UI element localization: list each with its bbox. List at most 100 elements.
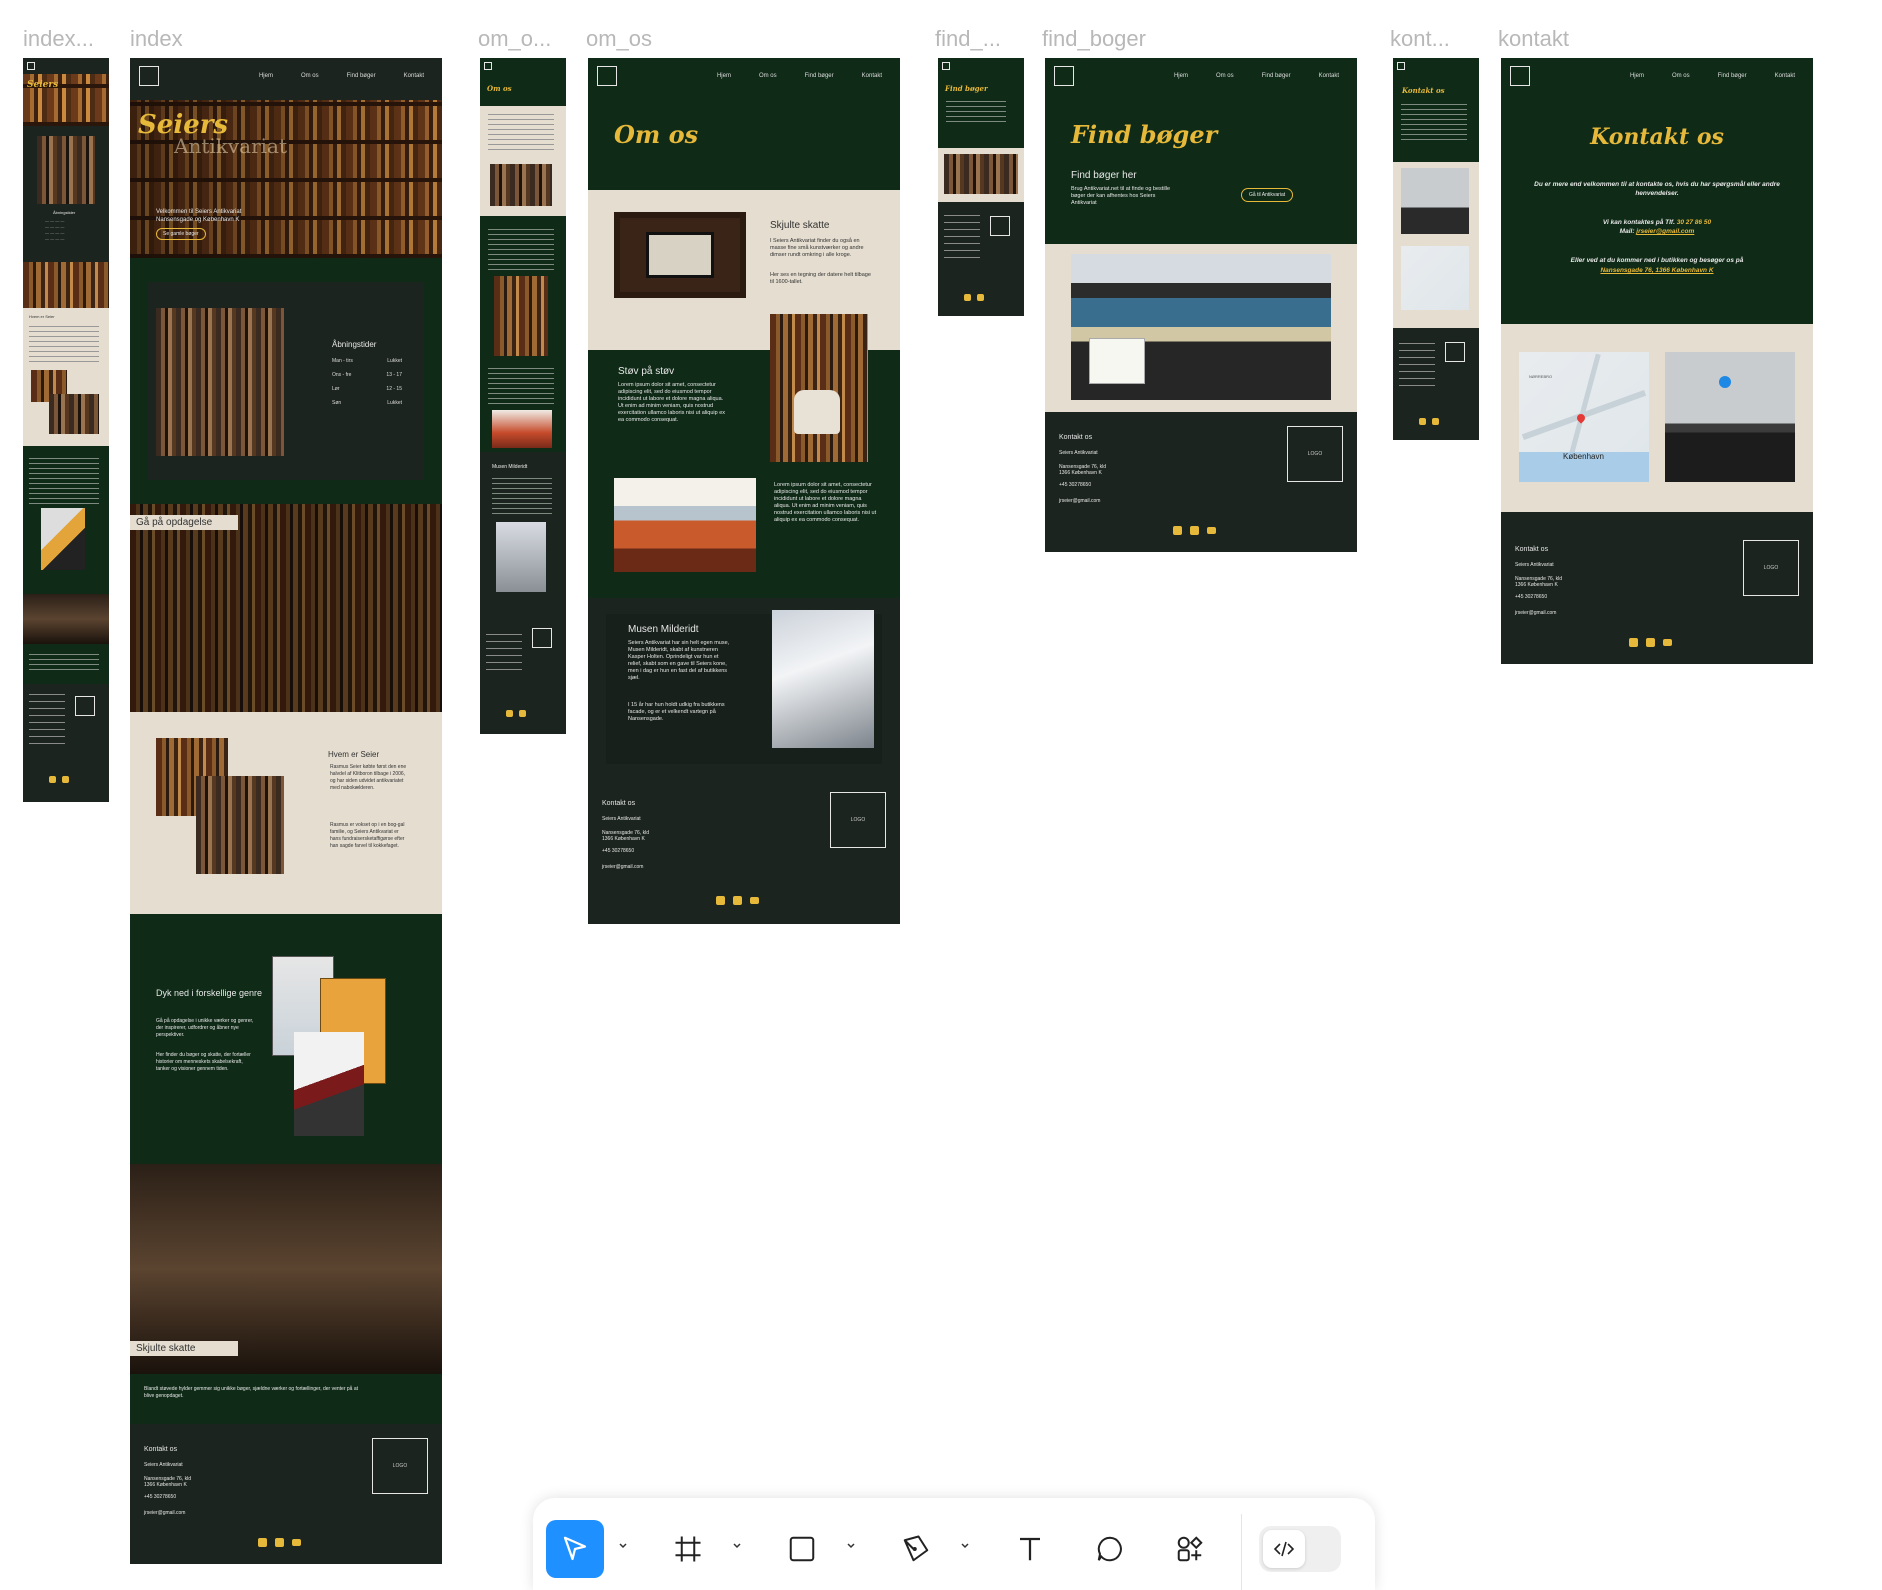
frame-index-mobile[interactable]: Seiers Åbningstider — — — — — — — — — — — … [23, 58, 109, 802]
nav-om-os[interactable]: Om os [759, 73, 777, 79]
chevron-down-icon[interactable] [617, 1540, 629, 1552]
actions-tool-button[interactable] [1161, 1520, 1219, 1578]
footer-logo[interactable] [532, 628, 552, 648]
chevron-down-icon[interactable] [959, 1540, 971, 1552]
frame-om-os-mobile[interactable]: Om os Musen Milderidt [480, 58, 566, 734]
frame-label-find-boger[interactable]: find_boger [1042, 26, 1146, 52]
logo-placeholder[interactable] [1054, 66, 1074, 86]
mail-icon[interactable] [1207, 527, 1216, 534]
frame-label-index[interactable]: index [130, 26, 183, 52]
hidden-tag[interactable]: Skjulte skatte [130, 1341, 238, 1356]
code-icon [1273, 1541, 1295, 1557]
facebook-icon[interactable] [1646, 638, 1655, 647]
frame-kontakt[interactable]: Hjem Om os Find bøger Kontakt Kontakt os… [1501, 58, 1813, 664]
chevron-down-icon[interactable] [845, 1540, 857, 1552]
dev-mode-toggle[interactable] [1259, 1526, 1341, 1572]
logo-placeholder[interactable] [597, 66, 617, 86]
nav-hjem[interactable]: Hjem [1630, 73, 1644, 79]
mail-icon[interactable] [750, 897, 759, 904]
pen-tool-button[interactable] [887, 1520, 945, 1578]
logo-placeholder[interactable] [139, 66, 159, 86]
comment-tool-button[interactable] [1081, 1520, 1139, 1578]
facebook-icon[interactable] [977, 294, 984, 301]
kontakt-address-link[interactable]: Nansensgade 76, 1366 København K [1531, 266, 1783, 275]
nav-find-boger[interactable]: Find bøger [805, 73, 834, 79]
footer-logo[interactable] [1445, 342, 1465, 362]
instagram-icon[interactable] [49, 776, 56, 783]
footer-logo[interactable]: LOGO [1287, 426, 1343, 482]
footer-logo[interactable] [75, 696, 95, 716]
facebook-icon[interactable] [275, 1538, 284, 1547]
nav-om-os[interactable]: Om os [1672, 73, 1690, 79]
nav-hjem[interactable]: Hjem [717, 73, 731, 79]
frame-label-kontakt-mobile[interactable]: kont... [1390, 26, 1450, 52]
nav-kontakt[interactable]: Kontakt [1775, 73, 1795, 79]
mail-icon[interactable] [1663, 639, 1672, 646]
footer [480, 618, 566, 734]
mail-icon[interactable] [292, 1539, 301, 1546]
logo-placeholder[interactable] [27, 62, 35, 70]
footer-logo[interactable]: LOGO [1743, 540, 1799, 596]
instagram-icon[interactable] [1419, 418, 1426, 425]
dev-mode-knob[interactable] [1263, 1530, 1305, 1568]
logo-placeholder[interactable] [942, 62, 950, 70]
nav-om-os[interactable]: Om os [301, 73, 319, 79]
nav-kontakt[interactable]: Kontakt [862, 73, 882, 79]
instagram-icon[interactable] [258, 1538, 267, 1547]
chevron-down-icon[interactable] [731, 1540, 743, 1552]
instagram-icon[interactable] [1173, 526, 1182, 535]
mail-link[interactable]: jrseier@gmail.com [1636, 228, 1694, 235]
footer-email[interactable]: jrseier@gmail.com [602, 864, 643, 870]
phone-link[interactable]: 30 27 86 50 [1677, 219, 1711, 226]
nav-find-boger[interactable]: Find bøger [1262, 73, 1291, 79]
footer-logo[interactable] [990, 216, 1010, 236]
frame-kontakt-mobile[interactable]: Kontakt os [1393, 58, 1479, 440]
facebook-icon[interactable] [62, 776, 69, 783]
map-thumbnail[interactable] [1401, 246, 1469, 310]
frame-find-mobile[interactable]: Find bøger [938, 58, 1024, 316]
footer-email[interactable]: jrseier@gmail.com [144, 1510, 185, 1516]
footer-logo[interactable]: LOGO [372, 1438, 428, 1494]
nav-find-boger[interactable]: Find bøger [347, 73, 376, 79]
facebook-icon[interactable] [1190, 526, 1199, 535]
nav-kontakt[interactable]: Kontakt [1319, 73, 1339, 79]
antikvariat-button[interactable]: Gå til Antikvariat [1241, 188, 1294, 202]
instagram-icon[interactable] [716, 896, 725, 905]
footer-email[interactable]: jrseier@gmail.com [1515, 610, 1556, 616]
frame-label-om-os[interactable]: om_os [586, 26, 652, 52]
facebook-icon[interactable] [1432, 418, 1439, 425]
footer-logo[interactable]: LOGO [830, 792, 886, 848]
logo-placeholder[interactable] [484, 62, 492, 70]
instagram-icon[interactable] [964, 294, 971, 301]
map[interactable]: København NØRREBRO [1519, 352, 1649, 482]
nav-kontakt[interactable]: Kontakt [404, 73, 424, 79]
design-canvas[interactable]: index... index om_o... om_os find_... fi… [0, 0, 1882, 1590]
footer-title: Kontakt os [602, 800, 636, 807]
move-tool-button[interactable] [546, 1520, 604, 1578]
logo-placeholder[interactable] [1397, 62, 1405, 70]
hours-table: Man - tirs Lukket Ons - fre 13 - 17 Lør 12 … [332, 358, 402, 406]
nav-hjem[interactable]: Hjem [259, 73, 273, 79]
rectangle-tool-button[interactable] [773, 1520, 831, 1578]
logo-placeholder[interactable] [1510, 66, 1530, 86]
hero-button[interactable]: Se gamle bøger [156, 228, 206, 240]
explore-tag[interactable]: Gå på opdagelse [130, 515, 238, 530]
frame-tool-button[interactable] [659, 1520, 717, 1578]
frame-index[interactable]: Hjem Om os Find bøger Kontakt Seiers Ant… [130, 58, 442, 1564]
facebook-icon[interactable] [519, 710, 526, 717]
nav-hjem[interactable]: Hjem [1174, 73, 1188, 79]
facebook-icon[interactable] [733, 896, 742, 905]
frame-label-find-mobile[interactable]: find_... [935, 26, 1001, 52]
instagram-icon[interactable] [1629, 638, 1638, 647]
frame-find-boger[interactable]: Hjem Om os Find bøger Kontakt Find bøger… [1045, 58, 1357, 552]
footer-email[interactable]: jrseier@gmail.com [1059, 498, 1100, 504]
footer-title: Kontakt os [144, 1446, 178, 1453]
frame-label-kontakt[interactable]: kontakt [1498, 26, 1569, 52]
frame-om-os[interactable]: Hjem Om os Find bøger Kontakt Om os Skju… [588, 58, 900, 924]
text-tool-button[interactable] [1001, 1520, 1059, 1578]
instagram-icon[interactable] [506, 710, 513, 717]
frame-label-index-mobile[interactable]: index... [23, 26, 94, 52]
nav-find-boger[interactable]: Find bøger [1718, 73, 1747, 79]
nav-om-os[interactable]: Om os [1216, 73, 1234, 79]
frame-label-om-os-mobile[interactable]: om_o... [478, 26, 551, 52]
